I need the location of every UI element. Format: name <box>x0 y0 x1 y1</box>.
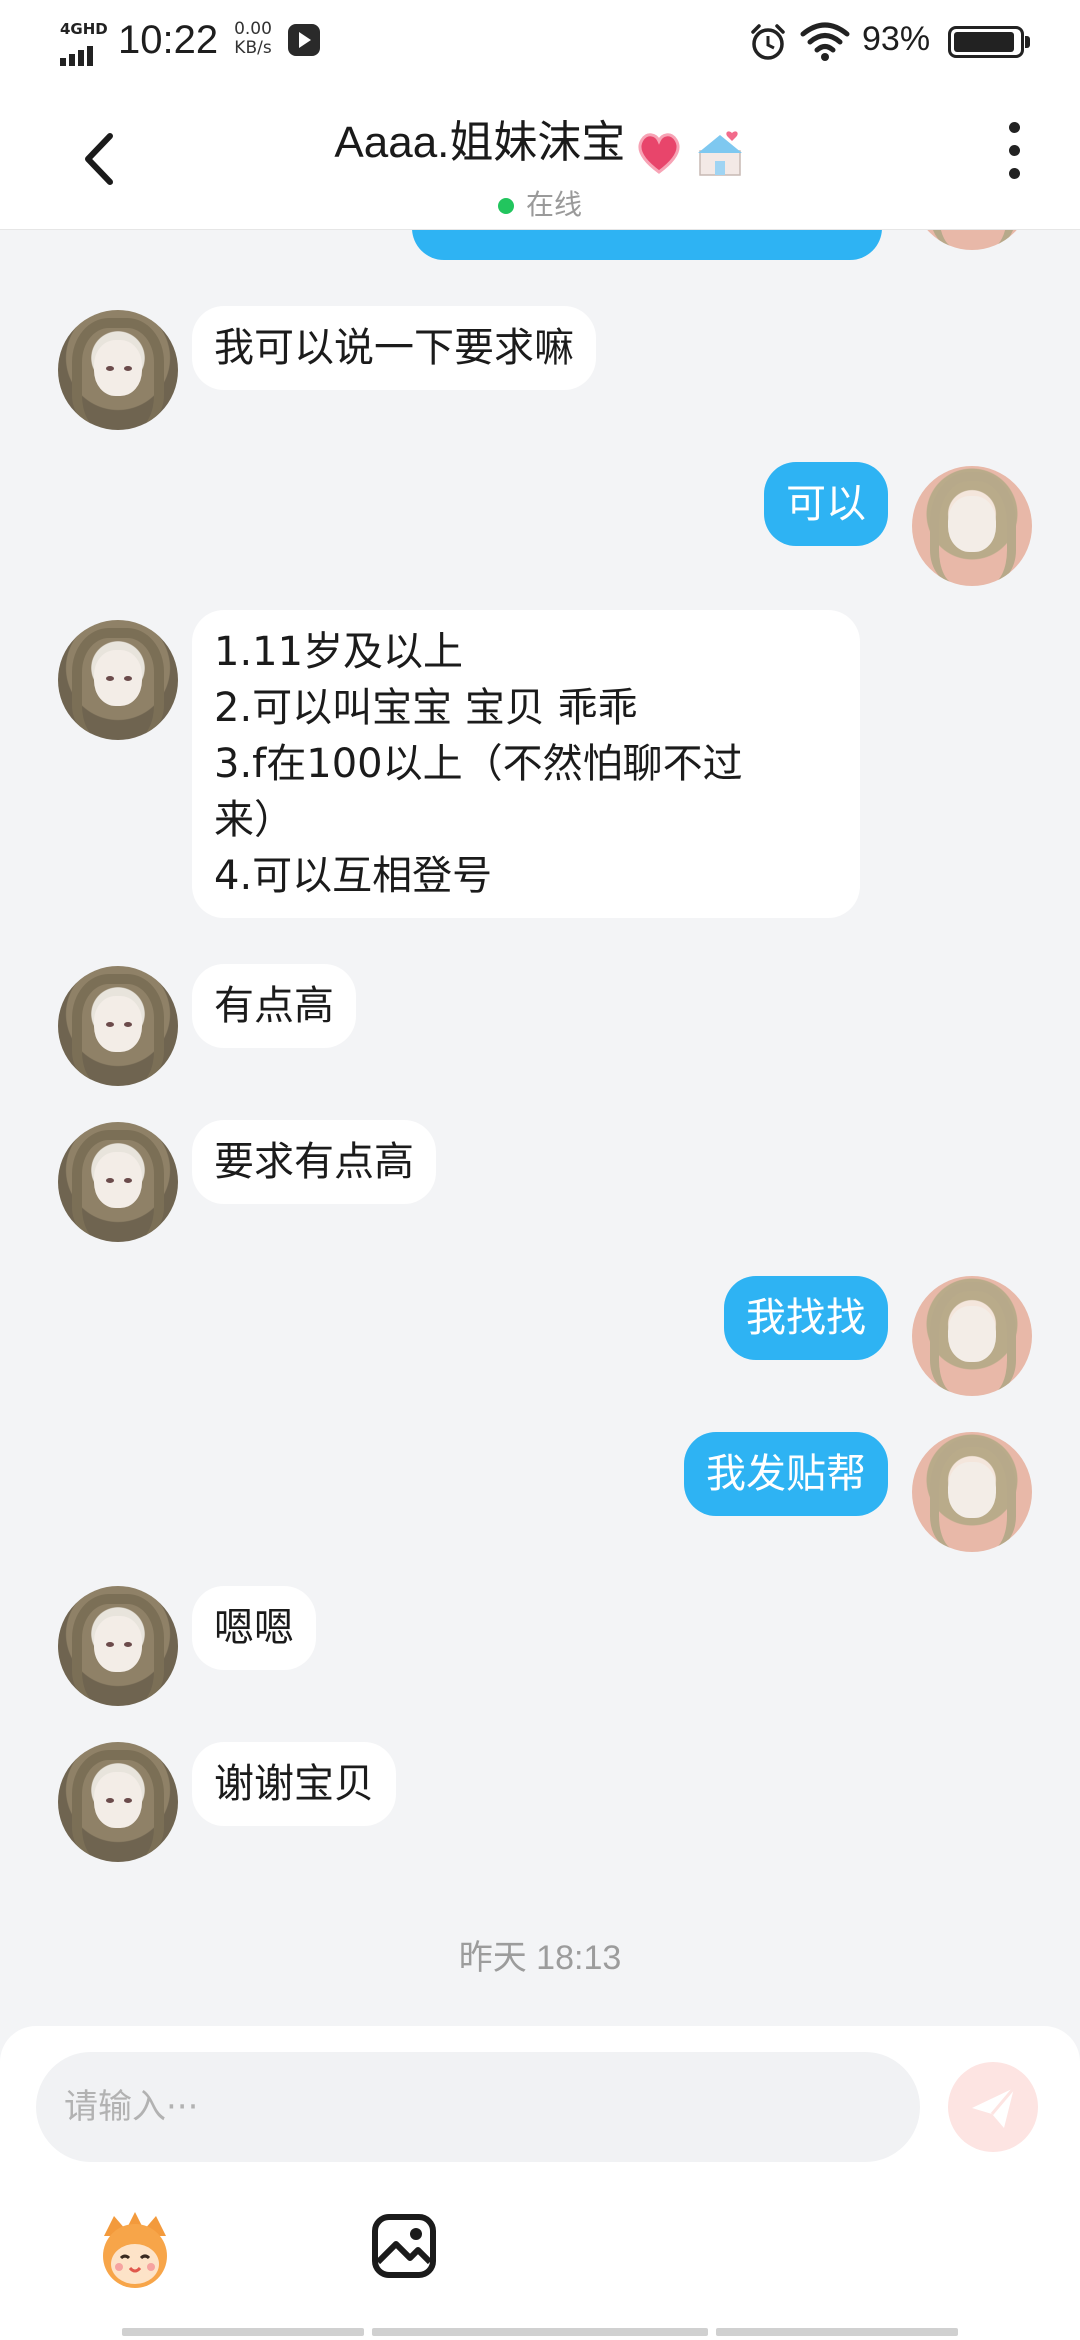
contact-avatar[interactable] <box>58 966 178 1086</box>
chat-title-area[interactable]: Aaaa.姐妹沫宝 在线 <box>200 106 880 223</box>
message-bubble-contact[interactable]: 我可以说一下要求嘛 <box>192 306 596 390</box>
message-bubble-mine[interactable] <box>412 230 882 260</box>
my-avatar[interactable] <box>912 466 1032 586</box>
back-button[interactable] <box>70 124 130 194</box>
message-bubble-contact[interactable]: 有点高 <box>192 964 356 1048</box>
online-status-text: 在线 <box>525 187 582 221</box>
timestamp-separator: 昨天 18:13 <box>458 1939 622 1977</box>
message-bubble-contact[interactable]: 1.11岁及以上 2.可以叫宝宝 宝贝 乖乖 3.f在100以上（不然怕聊不过 … <box>192 610 860 918</box>
my-avatar[interactable] <box>912 1276 1032 1396</box>
contact-avatar[interactable] <box>58 1122 178 1242</box>
message-list[interactable]: 我可以说一下要求嘛 可以 1.11岁及以上 2.可以叫宝宝 宝贝 乖乖 3.f在… <box>0 230 1080 2030</box>
online-status: 在线 <box>200 183 880 223</box>
battery-percent: 93% <box>862 20 931 58</box>
contact-avatar[interactable] <box>58 620 178 740</box>
wedding-icon <box>697 130 742 176</box>
signal-icon: 4GHD <box>58 20 108 66</box>
message-bubble-contact[interactable]: 谢谢宝贝 <box>192 1742 396 1826</box>
status-bar: 4GHD 10:22 0.00 KB/s 93% <box>0 0 1080 84</box>
status-time: 10:22 <box>118 18 219 62</box>
online-dot <box>497 197 514 214</box>
speed-unit: KB/s <box>234 38 272 58</box>
more-options-button[interactable] <box>994 122 1034 192</box>
message-bubble-mine[interactable]: 我找找 <box>724 1276 888 1360</box>
network-speed: 0.00 KB/s <box>228 20 278 58</box>
network-type: 4GHD <box>60 20 108 38</box>
nav-bar-segment <box>372 2328 708 2336</box>
nav-bar-segment <box>122 2328 364 2336</box>
message-bubble-contact[interactable]: 要求有点高 <box>192 1120 436 1204</box>
my-avatar[interactable] <box>912 230 1032 250</box>
my-avatar[interactable] <box>912 1432 1032 1552</box>
send-icon <box>972 2087 1016 2128</box>
wifi-icon <box>800 22 850 61</box>
message-composer <box>0 2026 1080 2340</box>
contact-avatar[interactable] <box>58 1586 178 1706</box>
sticker-icon[interactable] <box>90 2206 180 2296</box>
contact-avatar[interactable] <box>58 310 178 430</box>
message-bubble-contact[interactable]: 嗯嗯 <box>192 1586 316 1670</box>
screen-record-icon <box>288 24 320 56</box>
chat-header: Aaaa.姐妹沫宝 在线 <box>0 84 1080 230</box>
message-input[interactable] <box>36 2052 920 2162</box>
contact-avatar[interactable] <box>58 1742 178 1862</box>
send-button[interactable] <box>948 2062 1038 2152</box>
chat-title: Aaaa.姐妹沫宝 <box>334 118 626 167</box>
nav-bar-segment <box>716 2328 958 2336</box>
battery-icon <box>948 26 1030 58</box>
speed-value: 0.00 <box>234 19 272 39</box>
image-icon[interactable] <box>370 2212 438 2280</box>
battery-fill <box>954 32 1014 52</box>
message-bubble-mine[interactable]: 我发贴帮 <box>684 1432 888 1516</box>
message-bubble-mine[interactable]: 可以 <box>764 462 888 546</box>
heart-icon <box>638 132 681 174</box>
alarm-icon <box>751 24 785 60</box>
